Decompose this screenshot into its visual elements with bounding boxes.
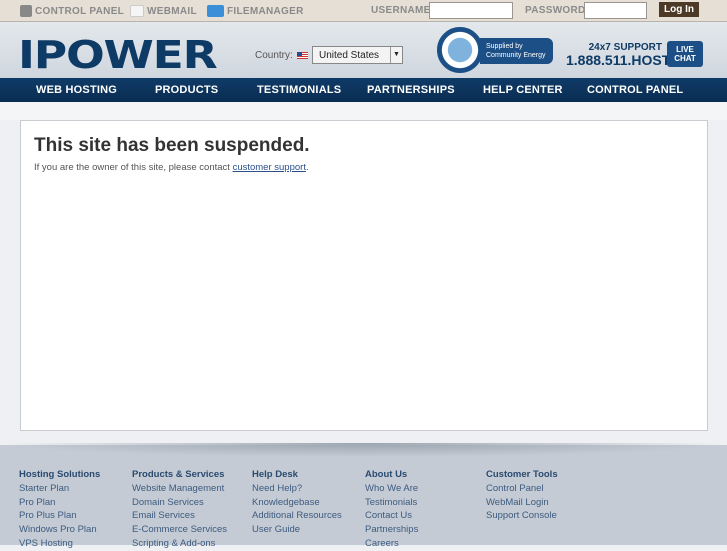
main-content: This site has been suspended. If you are…: [20, 120, 708, 431]
customer-support-link[interactable]: customer support: [233, 162, 306, 173]
footer-link[interactable]: User Guide: [252, 523, 342, 537]
envelope-icon: [130, 5, 144, 17]
nav-shadow-band: [0, 102, 727, 120]
footer-col-tools: Customer Tools Control Panel WebMail Login…: [486, 468, 558, 523]
page-title: This site has been suspended.: [34, 135, 310, 156]
footer-col-about: About Us Who We Are Testimonials Contact Us…: [365, 468, 418, 551]
chevron-down-icon: ▼: [390, 47, 402, 63]
footer-link[interactable]: Windows Pro Plan: [19, 523, 100, 537]
footer-link[interactable]: Control Panel: [486, 482, 558, 496]
link-label: CONTROL PANEL: [35, 5, 125, 17]
country-value: United States: [319, 50, 380, 61]
nav-help-center[interactable]: HELP CENTER: [483, 84, 563, 96]
footer-link[interactable]: Additional Resources: [252, 509, 342, 523]
password-label: PASSWORD: [525, 5, 586, 16]
footer-col-helpdesk: Help Desk Need Help? Knowledgebase Addition…: [252, 468, 342, 537]
footer-link[interactable]: Scripting & Add-ons: [132, 537, 227, 551]
footer-link[interactable]: Testimonials: [365, 496, 418, 510]
nav-partnerships[interactable]: PARTNERSHIPS: [367, 84, 455, 96]
login-button[interactable]: Log In: [659, 2, 699, 17]
live-chat-button[interactable]: LIVE CHAT: [667, 41, 703, 67]
chat-line1: LIVE: [676, 45, 694, 54]
footer-link[interactable]: Contact Us: [365, 509, 418, 523]
wind-energy-logo: [437, 27, 483, 73]
footer-link[interactable]: Pro Plus Plan: [19, 509, 100, 523]
suspended-message: If you are the owner of this site, pleas…: [34, 162, 309, 173]
footer-link[interactable]: E-Commerce Services: [132, 523, 227, 537]
password-input[interactable]: [584, 2, 647, 19]
country-label: Country:: [255, 50, 293, 61]
filemanager-link[interactable]: FILEMANAGER: [207, 5, 304, 17]
footer-link[interactable]: Domain Services: [132, 496, 227, 510]
footer-heading: Hosting Solutions: [19, 469, 101, 480]
control-panel-link[interactable]: CONTROL PANEL: [20, 5, 124, 17]
username-input[interactable]: [429, 2, 513, 19]
footer-link[interactable]: Knowledgebase: [252, 496, 342, 510]
link-label: WEBMAIL: [147, 5, 197, 17]
footer-link[interactable]: Website Management: [132, 482, 227, 496]
support-phone: 1.888.511.HOST: [566, 52, 671, 68]
footer-heading: Products & Services: [132, 469, 225, 480]
footer-shadow: [0, 443, 727, 457]
footer-link[interactable]: Careers: [365, 537, 418, 551]
footer-col-products: Products & Services Website Management Dom…: [132, 468, 227, 551]
folder-icon: [207, 5, 224, 17]
message-period: .: [305, 162, 309, 173]
footer-link[interactable]: Who We Are: [365, 482, 418, 496]
nav-control-panel[interactable]: CONTROL PANEL: [587, 84, 683, 96]
webmail-link[interactable]: WEBMAIL: [130, 5, 197, 17]
country-select[interactable]: United States ▼: [312, 46, 403, 64]
country-label-group: Country:: [255, 50, 308, 61]
footer-link[interactable]: Email Services: [132, 509, 227, 523]
us-flag-icon: [296, 52, 308, 59]
nav-products[interactable]: PRODUCTS: [155, 84, 218, 96]
ipower-logo[interactable]: IPOWER: [18, 33, 218, 77]
footer-heading: About Us: [365, 469, 408, 480]
footer-link[interactable]: Support Console: [486, 509, 558, 523]
username-label: USERNAME: [371, 5, 431, 16]
footer: Hosting Solutions Starter Plan Pro Plan Pro…: [0, 445, 727, 549]
nav-web-hosting[interactable]: WEB HOSTING: [36, 84, 117, 96]
link-label: FILEMANAGER: [227, 5, 304, 17]
footer-link[interactable]: VPS Hosting: [19, 537, 100, 551]
badge-text: Supplied by Community Energy: [486, 43, 546, 59]
footer-link[interactable]: Need Help?: [252, 482, 342, 496]
message-text: If you are the owner of this site, pleas…: [34, 162, 233, 173]
footer-link[interactable]: WebMail Login: [486, 496, 558, 510]
footer-col-hosting: Hosting Solutions Starter Plan Pro Plan Pro…: [19, 468, 100, 551]
nav-testimonials[interactable]: TESTIMONIALS: [257, 84, 341, 96]
main-nav: WEB HOSTING PRODUCTS TESTIMONIALS PARTNE…: [0, 78, 727, 102]
support-info: 24x7 SUPPORT 1.888.511.HOST: [566, 42, 671, 68]
wrench-icon: [20, 5, 32, 17]
footer-link[interactable]: Starter Plan: [19, 482, 100, 496]
top-bar: CONTROL PANEL WEBMAIL FILEMANAGER USERNA…: [0, 0, 727, 22]
footer-link[interactable]: Partnerships: [365, 523, 418, 537]
header: IPOWER Country: United States ▼ Supplied …: [0, 22, 727, 78]
chat-line2: CHAT: [674, 54, 696, 63]
community-energy-badge: Supplied by Community Energy: [480, 38, 553, 64]
footer-heading: Help Desk: [252, 469, 298, 480]
footer-heading: Customer Tools: [486, 469, 558, 480]
footer-link[interactable]: Pro Plan: [19, 496, 100, 510]
